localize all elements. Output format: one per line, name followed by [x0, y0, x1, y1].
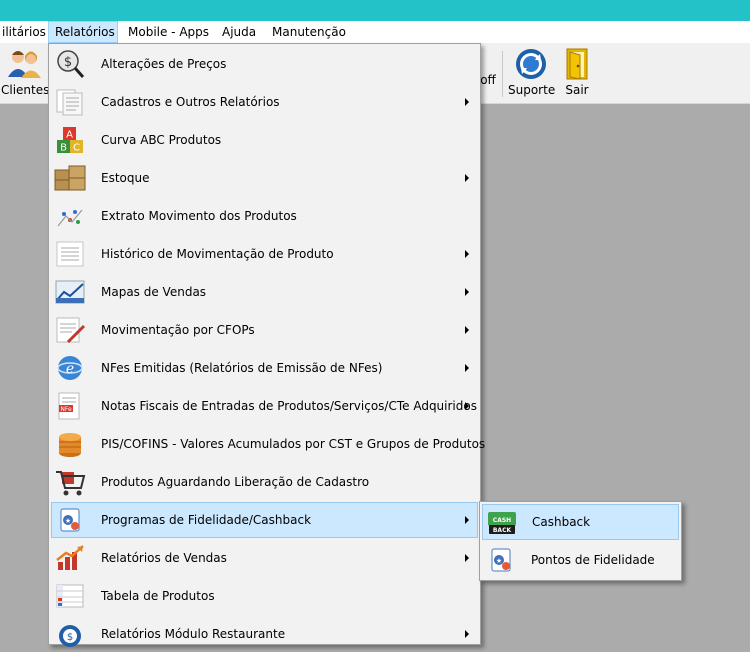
svg-text:★: ★	[65, 517, 71, 525]
cashback-icon: CASH BACK	[488, 512, 516, 534]
restaurant-icon: $	[59, 625, 81, 647]
menu-item-curva-abc[interactable]: A B C Curva ABC Produtos	[51, 122, 478, 158]
clientes-label: Clientes	[1, 83, 50, 97]
menu-item-label: PIS/COFINS - Valores Acumulados por CST …	[101, 437, 486, 451]
menu-item-modulo-restaurante[interactable]: $ Relatórios Módulo Restaurante	[51, 616, 478, 652]
menu-item-label: Movimentação por CFOPs	[101, 323, 255, 337]
submenu-item-cashback[interactable]: CASH BACK Cashback	[482, 504, 679, 540]
shopping-cart-icon	[56, 471, 86, 496]
svg-text:$: $	[64, 55, 72, 70]
sales-map-icon	[55, 280, 85, 304]
menu-item-label: Relatórios de Vendas	[101, 551, 227, 565]
suporte-label: Suporte	[508, 83, 556, 97]
nfe-globe-icon: e	[57, 356, 83, 380]
svg-text:NFe: NFe	[60, 406, 72, 413]
menu-mobile-apps[interactable]: Mobile - Apps	[122, 21, 215, 43]
exit-door-icon	[566, 48, 588, 80]
table-icon	[56, 584, 84, 608]
menu-item-nfes-emitidas[interactable]: e NFes Emitidas (Relatórios de Emissão d…	[51, 350, 478, 386]
submenu-arrow-icon	[465, 326, 469, 334]
menu-item-estoque[interactable]: Estoque	[51, 160, 478, 196]
submenu-item-label: Pontos de Fidelidade	[531, 553, 655, 567]
sair-label: Sair	[565, 83, 589, 97]
menu-bar: ilitários Relatórios Mobile - Apps Ajuda…	[0, 21, 750, 43]
menu-item-pis-cofins[interactable]: PIS/COFINS - Valores Acumulados por CST …	[51, 426, 485, 462]
menu-item-programas-fidelidade[interactable]: ★ Programas de Fidelidade/Cashback	[51, 502, 478, 538]
coins-stack-icon	[59, 433, 81, 457]
menu-utilitarios[interactable]: ilitários	[0, 21, 52, 43]
off-button[interactable]: off	[478, 73, 498, 87]
submenu-arrow-icon	[465, 516, 469, 524]
menu-item-cfops[interactable]: Movimentação por CFOPs	[51, 312, 478, 348]
menu-item-label: Estoque	[101, 171, 150, 185]
svg-text:CASH: CASH	[493, 517, 511, 524]
toolbar-separator	[502, 51, 503, 97]
support-icon	[516, 49, 546, 79]
submenu-arrow-icon	[465, 364, 469, 372]
suporte-button[interactable]: Suporte	[508, 47, 556, 97]
svg-text:★: ★	[496, 557, 502, 565]
loyalty-card-icon: ★	[60, 508, 80, 532]
submenu-item-pontos-fidelidade[interactable]: ★ Pontos de Fidelidade	[482, 542, 679, 578]
svg-text:$: $	[67, 632, 73, 643]
abc-blocks-icon: A B C	[57, 127, 83, 154]
svg-text:e: e	[66, 361, 74, 377]
bar-chart-up-icon	[56, 545, 84, 570]
menu-item-label: NFes Emitidas (Relatórios de Emissão de …	[101, 361, 383, 375]
list-document-icon	[56, 241, 84, 267]
menu-ajuda[interactable]: Ajuda	[216, 21, 262, 43]
invoice-icon: NFe	[58, 392, 80, 420]
menu-item-label: Produtos Aguardando Liberação de Cadastr…	[101, 475, 370, 489]
off-label: off	[480, 73, 496, 87]
clientes-button[interactable]: Clientes	[1, 47, 50, 97]
fidelidade-submenu: CASH BACK Cashback ★ Pontos de Fidelidad…	[479, 501, 682, 581]
title-bar	[0, 0, 750, 21]
menu-item-label: Notas Fiscais de Entradas de Produtos/Se…	[101, 399, 477, 413]
menu-item-notas-fiscais-entradas[interactable]: NFe Notas Fiscais de Entradas de Produto…	[51, 388, 478, 424]
menu-item-label: Extrato Movimento dos Produtos	[101, 209, 297, 223]
boxes-icon	[54, 165, 86, 191]
svg-text:B: B	[60, 143, 67, 154]
menu-item-label: Curva ABC Produtos	[101, 133, 222, 147]
menu-item-extrato-movimento[interactable]: Extrato Movimento dos Produtos	[51, 198, 478, 234]
submenu-item-label: Cashback	[532, 515, 591, 529]
menu-item-tabela-produtos[interactable]: Tabela de Produtos	[51, 578, 478, 614]
menu-item-label: Histórico de Movimentação de Produto	[101, 247, 334, 261]
svg-text:C: C	[73, 143, 80, 154]
menu-item-alteracoes-precos[interactable]: $ Alterações de Preços	[51, 46, 478, 82]
report-pen-icon	[56, 317, 86, 344]
svg-text:BACK: BACK	[493, 527, 512, 534]
menu-item-cadastros[interactable]: Cadastros e Outros Relatórios	[51, 84, 478, 120]
price-change-icon: $	[57, 50, 85, 78]
menu-item-label: Mapas de Vendas	[101, 285, 207, 299]
menu-item-label: Relatórios Módulo Restaurante	[101, 627, 286, 641]
submenu-arrow-icon	[465, 98, 469, 106]
loyalty-card-icon: ★	[491, 548, 511, 572]
menu-item-label: Programas de Fidelidade/Cashback	[101, 513, 312, 527]
menu-item-mapas-vendas[interactable]: Mapas de Vendas	[51, 274, 478, 310]
menu-item-label: Cadastros e Outros Relatórios	[101, 95, 280, 109]
documents-icon	[56, 89, 83, 116]
submenu-arrow-icon	[465, 554, 469, 562]
submenu-arrow-icon	[465, 174, 469, 182]
submenu-arrow-icon	[465, 630, 469, 638]
submenu-arrow-icon	[465, 250, 469, 258]
menu-relatorios[interactable]: Relatórios	[48, 21, 118, 43]
menu-manutencao[interactable]: Manutenção	[266, 21, 352, 43]
relatorios-dropdown: $ Alterações de Preços Cadastros e Outro…	[48, 43, 485, 647]
menu-item-historico[interactable]: Histórico de Movimentação de Produto	[51, 236, 478, 272]
submenu-arrow-icon	[465, 288, 469, 296]
menu-item-relatorios-vendas[interactable]: Relatórios de Vendas	[51, 540, 478, 576]
users-icon	[8, 51, 41, 78]
svg-text:A: A	[66, 130, 73, 141]
sair-button[interactable]: Sair	[560, 47, 594, 97]
menu-item-label: Alterações de Preços	[101, 57, 227, 71]
menu-item-produtos-aguardando[interactable]: Produtos Aguardando Liberação de Cadastr…	[51, 464, 478, 500]
submenu-arrow-icon	[465, 402, 469, 410]
scatter-chart-icon	[57, 209, 83, 227]
menu-item-label: Tabela de Produtos	[101, 589, 215, 603]
